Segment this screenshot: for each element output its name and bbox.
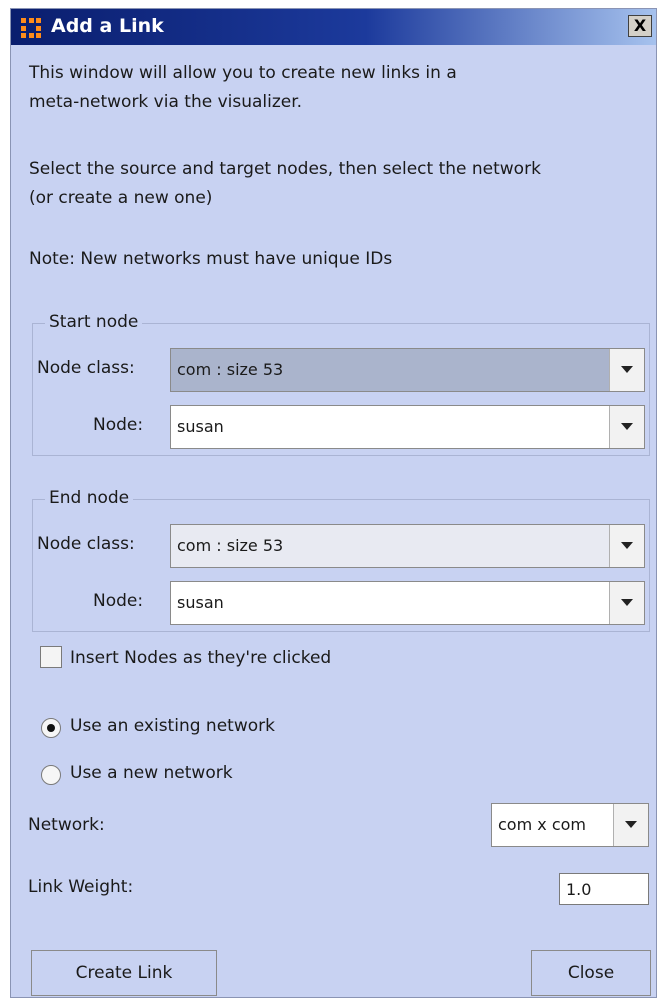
start-node-group: Start node Node class: com : size 53 Nod…: [32, 312, 650, 456]
window-title: Add a Link: [51, 15, 164, 37]
start-node-class-select[interactable]: com : size 53: [170, 348, 645, 392]
end-node-title: End node: [45, 488, 134, 508]
insert-nodes-label[interactable]: Insert Nodes as they're clicked: [70, 648, 331, 668]
network-label: Network:: [28, 815, 105, 835]
new-network-radio[interactable]: [41, 765, 61, 785]
add-link-dialog: Add a Link X This window will allow you …: [10, 8, 657, 998]
end-node-class-label: Node class:: [37, 534, 135, 554]
chevron-down-icon[interactable]: [609, 525, 644, 567]
link-weight-input[interactable]: 1.0: [559, 873, 649, 905]
start-node-class-value: com : size 53: [177, 360, 284, 379]
start-node-class-label: Node class:: [37, 358, 135, 378]
title-bar[interactable]: Add a Link X: [11, 9, 656, 45]
start-node-select[interactable]: susan: [170, 405, 645, 449]
note-text: Note: New networks must have unique IDs: [29, 249, 393, 269]
close-button[interactable]: Close: [531, 950, 651, 996]
end-node-group: End node Node class: com : size 53 Node:…: [32, 488, 650, 632]
chevron-down-icon[interactable]: [609, 582, 644, 624]
intro-line: meta-network via the visualizer.: [29, 92, 303, 112]
chevron-down-icon[interactable]: [609, 406, 644, 448]
start-node-title: Start node: [45, 312, 143, 332]
chevron-down-icon[interactable]: [609, 349, 644, 391]
network-value: com x com: [498, 815, 586, 834]
network-select[interactable]: com x com: [491, 803, 649, 847]
existing-network-label[interactable]: Use an existing network: [70, 716, 275, 736]
intro-line: (or create a new one): [29, 188, 213, 208]
chevron-down-icon[interactable]: [613, 804, 648, 846]
app-grid-icon: [21, 18, 41, 38]
intro-line: Select the source and target nodes, then…: [29, 159, 541, 179]
intro-line: This window will allow you to create new…: [29, 63, 457, 83]
new-network-label[interactable]: Use a new network: [70, 763, 233, 783]
start-node-label: Node:: [93, 415, 144, 435]
end-node-label: Node:: [93, 591, 144, 611]
insert-nodes-checkbox[interactable]: [40, 646, 62, 668]
existing-network-radio[interactable]: [41, 718, 61, 738]
intro-paragraph-1: This window will allow you to create new…: [29, 59, 649, 117]
create-link-button[interactable]: Create Link: [31, 950, 217, 996]
end-node-class-select[interactable]: com : size 53: [170, 524, 645, 568]
end-node-select[interactable]: susan: [170, 581, 645, 625]
link-weight-label: Link Weight:: [28, 877, 134, 897]
close-icon[interactable]: X: [628, 15, 652, 37]
start-node-value: susan: [177, 417, 224, 436]
end-node-class-value: com : size 53: [177, 536, 284, 555]
intro-paragraph-2: Select the source and target nodes, then…: [29, 155, 649, 213]
end-node-value: susan: [177, 593, 224, 612]
